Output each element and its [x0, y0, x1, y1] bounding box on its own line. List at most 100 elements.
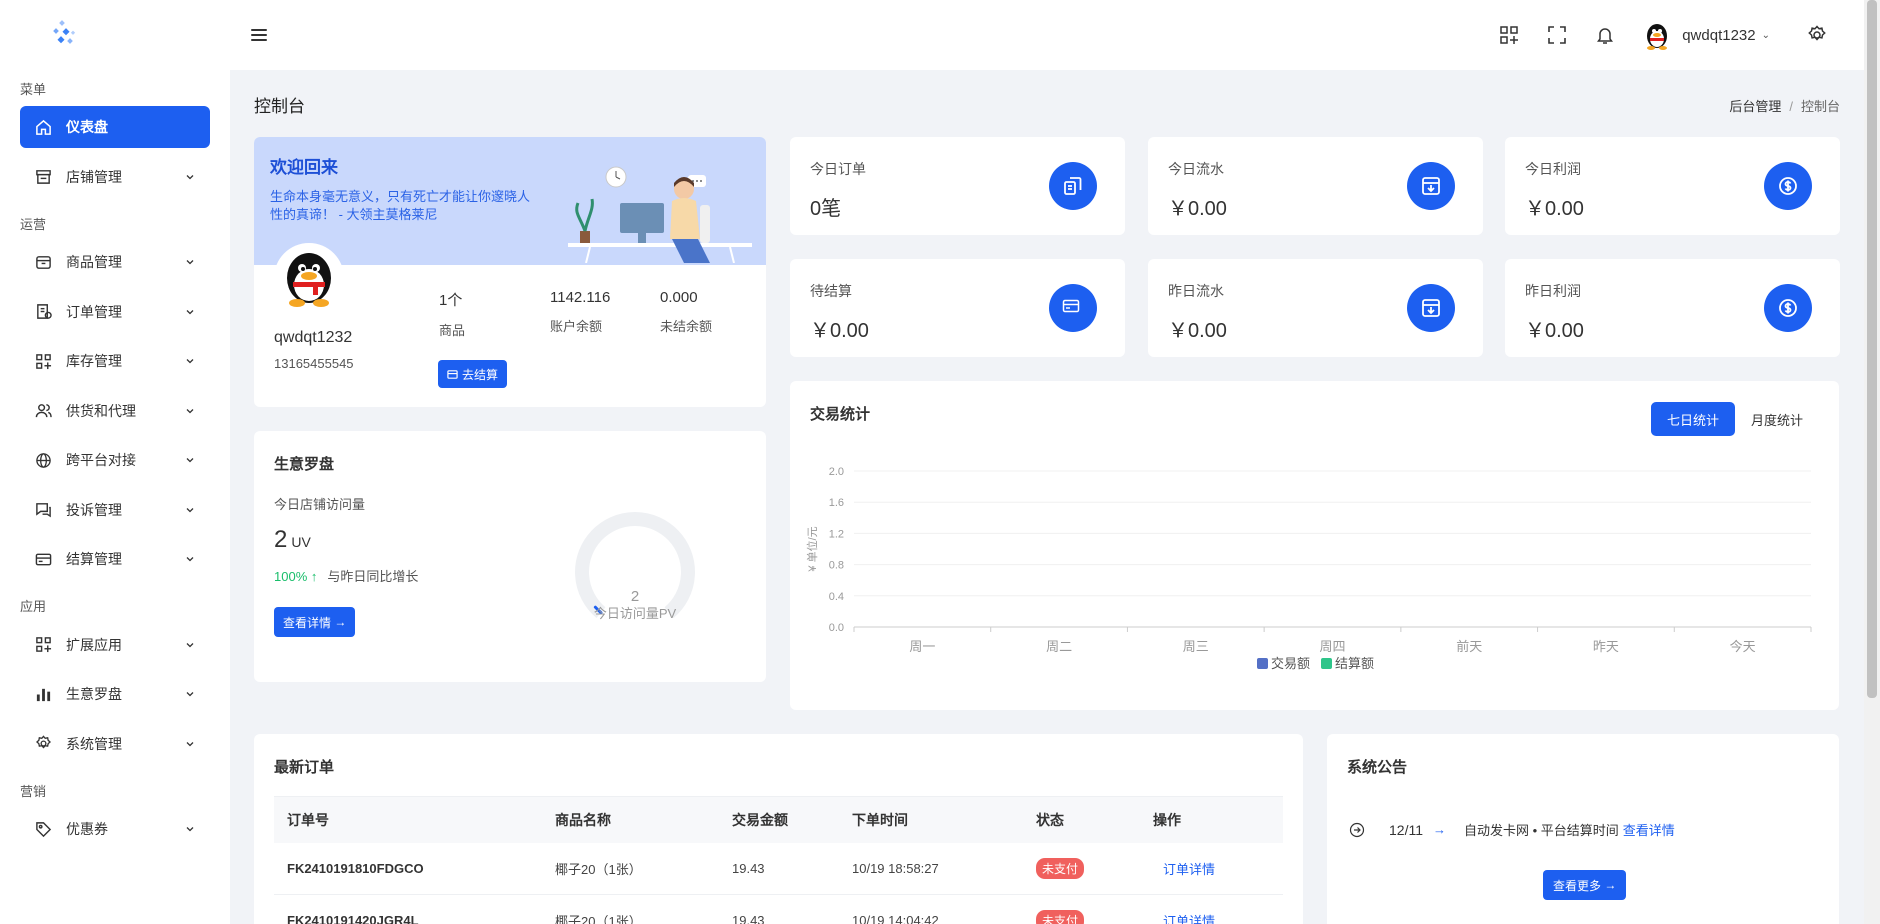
home-icon: [34, 118, 52, 136]
chevron-down-icon: [186, 260, 194, 265]
menu-toggle-icon[interactable]: [248, 24, 270, 46]
copy-icon: [1049, 162, 1097, 210]
stat-balance-label: 账户余额: [550, 319, 603, 334]
sidebar-item-bar-chart[interactable]: 生意罗盘: [20, 673, 210, 715]
stat-card-value: ￥0.00: [810, 320, 869, 342]
pv-gauge: 2 今日访问量PV: [575, 512, 695, 621]
notice-link[interactable]: 查看详情: [1623, 820, 1675, 839]
dollar-circle-icon: [1764, 162, 1812, 210]
sidebar-item-gear[interactable]: 系统管理: [20, 723, 210, 765]
sidebar-item-grid-plus[interactable]: 库存管理: [20, 340, 210, 382]
settle-button[interactable]: 去结算: [438, 360, 508, 388]
users-icon: [34, 402, 52, 420]
sidebar-item-tag[interactable]: 优惠券: [20, 808, 210, 850]
notice-item[interactable]: 12/11 → 自动发卡网 • 平台结算时间 查看详情: [1349, 820, 1675, 839]
dollar-circle-icon: [1764, 284, 1812, 332]
stat-card: 今日流水 ￥0.00: [1148, 137, 1483, 235]
logo-icon: [53, 20, 76, 44]
scrollbar[interactable]: [1864, 0, 1880, 924]
sidebar-item-order[interactable]: 订单管理: [20, 291, 210, 333]
notice-date: 12/11: [1389, 821, 1423, 838]
gauge-label: 今日访问量PV: [594, 606, 677, 621]
chevron-down-icon: [186, 507, 194, 512]
chevron-down-icon: [186, 174, 194, 179]
table-header: 操作: [1140, 796, 1283, 843]
user-menu[interactable]: qwdqt1232 ⌄: [1642, 20, 1770, 50]
sidebar-item-label: 订单管理: [66, 303, 122, 320]
sidebar-item-chat[interactable]: 投诉管理: [20, 489, 210, 531]
view-more-button[interactable]: 查看更多 →: [1543, 870, 1627, 900]
stat-card-title: 待结算: [810, 283, 852, 299]
chevron-down-icon: ⌄: [1761, 29, 1770, 41]
tag-icon: [34, 820, 52, 838]
tab-monthly[interactable]: 月度统计: [1735, 402, 1819, 436]
order-detail-link[interactable]: 订单详情: [1153, 911, 1215, 924]
profile-phone: 13165455545: [274, 356, 354, 371]
order-time: 10/19 18:58:27: [839, 842, 1023, 895]
sidebar-item-store[interactable]: 店铺管理: [20, 156, 210, 198]
gear-icon: [34, 735, 52, 753]
sidebar-item-box[interactable]: 商品管理: [20, 241, 210, 283]
stat-balance-value: 1142.116: [550, 289, 611, 306]
sidebar-item-card[interactable]: 结算管理: [20, 538, 210, 580]
bar-chart-icon: [34, 685, 52, 703]
stat-goods-value: 1个: [439, 292, 463, 309]
stat-unsettled-label: 未结余额: [660, 319, 713, 334]
stat-card: 昨日利润 ￥0.00: [1505, 259, 1840, 357]
trade-tabs: 七日统计 月度统计: [1650, 402, 1819, 436]
table-header: 交易金额: [719, 796, 839, 843]
sidebar-item-grid-plus[interactable]: 扩展应用: [20, 624, 210, 666]
y-tick-label: 2.0: [829, 466, 844, 478]
breadcrumb-home[interactable]: 后台管理: [1729, 99, 1781, 114]
sidebar-item-users[interactable]: 供货和代理: [20, 390, 210, 432]
table-header: 商品名称: [542, 796, 719, 843]
order-action-cell: 订单详情: [1140, 842, 1283, 895]
fullscreen-icon[interactable]: [1546, 24, 1568, 46]
chevron-down-icon: [186, 359, 194, 364]
table-row: FK2410191810FDGCO 椰子20（1张） 19.43 10/19 18:5…: [274, 842, 1283, 895]
sidebar-item-globe[interactable]: 跨平台对接: [20, 439, 210, 481]
x-tick-label: 前天: [1456, 639, 1482, 654]
gear-icon[interactable]: [1806, 24, 1828, 46]
download-box-icon: [1407, 284, 1455, 332]
x-tick-label: 昨天: [1593, 639, 1619, 654]
x-tick-label: 今天: [1730, 639, 1756, 654]
sidebar-item-home[interactable]: 仪表盘: [20, 106, 210, 148]
card-icon: [1049, 284, 1097, 332]
order-action-cell: 订单详情: [1140, 894, 1283, 924]
visits-value: 2 UV: [274, 526, 311, 553]
box-icon: [34, 253, 52, 271]
y-tick-label: 0.8: [829, 560, 844, 572]
view-detail-button[interactable]: 查看详情 →: [274, 607, 356, 637]
welcome-motto: 生命本身毫无意义，只有死亡才能让你邃晓人性的真谛！ - 大领主莫格莱尼: [270, 189, 531, 222]
stat-card: 待结算 ￥0.00: [790, 259, 1125, 357]
growth-pct: 100% ↑: [274, 569, 318, 584]
workspace-illustration: [568, 166, 752, 263]
tab-seven-day[interactable]: 七日统计: [1650, 402, 1735, 436]
order-detail-link[interactable]: 订单详情: [1153, 859, 1215, 878]
sidebar-item-label: 扩展应用: [66, 636, 122, 653]
legend-swatch: [1321, 658, 1332, 669]
logo[interactable]: [0, 0, 230, 70]
order-amount: 19.43: [719, 842, 839, 895]
sidebar-item-label: 投诉管理: [66, 501, 122, 518]
grid-plus-icon: [34, 352, 52, 370]
app-grid-icon[interactable]: [1498, 24, 1520, 46]
store-icon: [34, 168, 52, 186]
legend-label: 交易额: [1271, 656, 1310, 671]
username: qwdqt1232: [1682, 26, 1756, 44]
download-box-icon: [1407, 162, 1455, 210]
y-tick-label: 1.2: [829, 528, 844, 540]
trade-title: 交易统计: [810, 406, 871, 423]
stat-card-value: ￥0.00: [1168, 198, 1227, 220]
stat-card-title: 昨日利润: [1525, 283, 1581, 299]
sidebar-item-label: 店铺管理: [66, 168, 122, 185]
globe-icon: [34, 451, 52, 469]
legend-label: 结算额: [1335, 656, 1374, 671]
bell-icon[interactable]: [1594, 24, 1616, 46]
sidebar-item-label: 仪表盘: [66, 119, 108, 135]
sidebar-item-label: 库存管理: [66, 353, 122, 369]
welcome-banner: 欢迎回来 生命本身毫无意义，只有死亡才能让你邃晓人性的真谛！ - 大领主莫格莱尼: [254, 137, 766, 265]
scrollbar-thumb[interactable]: [1867, 0, 1877, 698]
chevron-down-icon: [186, 458, 194, 463]
